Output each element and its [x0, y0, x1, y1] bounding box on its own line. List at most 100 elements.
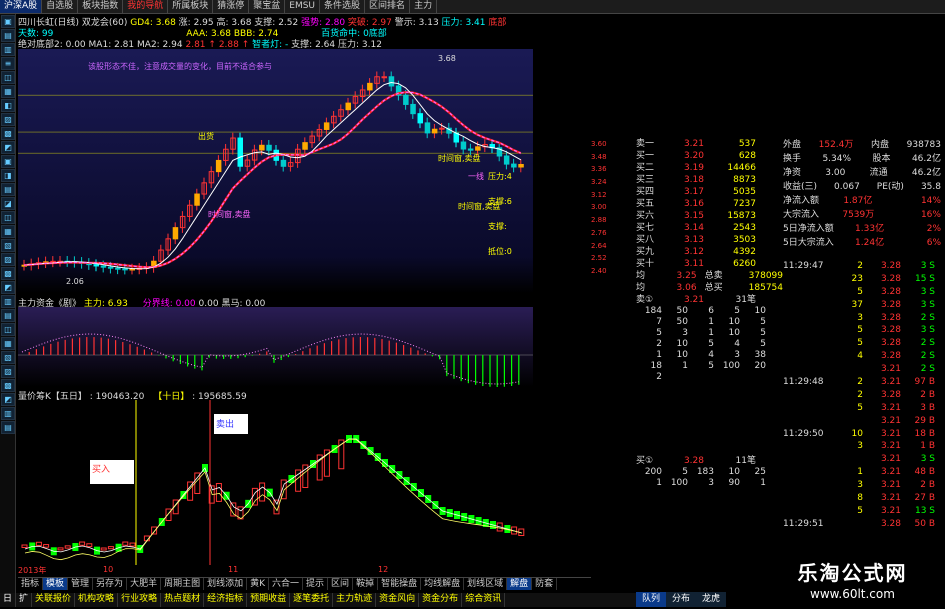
top-tab-2[interactable]: 板块指数	[78, 0, 124, 13]
tool-icon[interactable]: ▦	[1, 85, 15, 98]
tool-icon[interactable]: ◪	[1, 197, 15, 210]
tool-icon[interactable]: ▥	[1, 295, 15, 308]
tool-icon[interactable]: ▩	[1, 267, 15, 280]
order-row[interactable]: 买六 3.15 15873	[636, 210, 783, 222]
indicator-tab-4[interactable]: 大肥羊	[127, 578, 162, 590]
tool-icon[interactable]: ◩	[1, 141, 15, 154]
indicator-tab-12[interactable]: 智能操盘	[378, 578, 422, 590]
tool-icon[interactable]: ◨	[1, 169, 15, 182]
function-tab-0[interactable]: 日	[0, 593, 17, 607]
tool-icon[interactable]: ▨	[1, 113, 15, 126]
candle-body	[388, 76, 395, 87]
top-tab-6[interactable]: 聚宝盆	[249, 0, 286, 13]
tool-icon[interactable]: ▨	[1, 253, 15, 266]
indicator-tab-10[interactable]: 区间	[328, 578, 354, 590]
order-row[interactable]: 卖一 3.21 537	[636, 138, 783, 150]
tool-icon[interactable]: ▨	[1, 365, 15, 378]
indicator-tab-13[interactable]: 均线解盘	[421, 578, 465, 590]
tool-icon[interactable]: ≡	[1, 57, 15, 70]
tool-icon[interactable]: ▤	[1, 183, 15, 196]
tool-icon[interactable]: ▩	[1, 379, 15, 392]
tool-icon[interactable]: ◫	[1, 323, 15, 336]
queue-tab-0[interactable]: 队列	[636, 592, 667, 607]
tool-icon[interactable]: ▥	[1, 407, 15, 420]
indicator-tab-1[interactable]: 模板	[43, 578, 69, 590]
tick-time: 11:29:50	[783, 428, 824, 439]
queue-tab-1[interactable]: 分布	[666, 592, 697, 607]
tool-icon[interactable]: ▣	[1, 155, 15, 168]
tick-vol: 3	[857, 441, 863, 452]
function-tab-3[interactable]: 机构攻略	[75, 593, 119, 607]
tool-icon[interactable]: ◩	[1, 281, 15, 294]
order-volume: 15873	[727, 211, 756, 221]
volume-svg: 买入卖出50000400003000020000	[18, 400, 533, 565]
order-row[interactable]: 买四 3.17 5035	[636, 186, 783, 198]
tool-icon[interactable]: ▣	[1, 15, 15, 28]
tool-icon[interactable]: ▦	[1, 225, 15, 238]
tick-time	[783, 363, 827, 376]
function-tab-2[interactable]: 关联报价	[32, 593, 76, 607]
order-row[interactable]: 买八 3.13 3503	[636, 234, 783, 246]
order-row[interactable]: 买五 3.16 7237	[636, 198, 783, 210]
indicator-chart[interactable]: 18.006.00-6.00	[18, 307, 533, 387]
indicator-tab-16[interactable]: 防套	[532, 578, 558, 590]
top-tab-1[interactable]: 自选股	[42, 0, 79, 13]
top-tab-7[interactable]: EMSU	[285, 0, 321, 13]
indicator-tab-6[interactable]: 划线添加	[204, 578, 248, 590]
function-tab-10[interactable]: 资金风向	[376, 593, 420, 607]
top-tab-10[interactable]: 主力	[410, 0, 438, 13]
tool-icon[interactable]: ◩	[1, 393, 15, 406]
function-tab-5[interactable]: 热点题材	[161, 593, 205, 607]
volume-chart[interactable]: 买入卖出50000400003000020000	[18, 400, 591, 565]
tool-icon[interactable]: ▤	[1, 421, 15, 434]
indicator-tab-14[interactable]: 划线区域	[464, 578, 508, 590]
order-row[interactable]: 买二 3.19 14466	[636, 162, 783, 174]
tick-list[interactable]: 11:29:47 2 3.28 3 S 23 3.28 15 S 5 3.28 3 S 37 3.28…	[783, 260, 945, 560]
candlestick-chart[interactable]: 该股形态不佳，注意成交量的变化，目前不适合参与 出货 时间窗,卖盘 时间窗,卖盘 一线时…	[18, 49, 533, 293]
tick-qty: 48 B	[914, 467, 936, 478]
order-volume: 8873	[733, 175, 756, 185]
function-tab-4[interactable]: 行业攻略	[118, 593, 162, 607]
order-row[interactable]: 买一 3.20 628	[636, 150, 783, 162]
tool-icon[interactable]: ▧	[1, 239, 15, 252]
indicator-tab-2[interactable]: 管理	[68, 578, 94, 590]
top-tab-5[interactable]: 猜涨停	[213, 0, 250, 13]
order-row[interactable]: 买十 3.11 6260	[636, 258, 783, 270]
function-tab-11[interactable]: 资金分布	[419, 593, 463, 607]
function-tab-12[interactable]: 综合资讯	[462, 593, 506, 607]
function-tab-8[interactable]: 逐笔委托	[290, 593, 334, 607]
tool-icon[interactable]: ◫	[1, 211, 15, 224]
tool-icon[interactable]: ▧	[1, 351, 15, 364]
top-tab-9[interactable]: 区间排名	[365, 0, 411, 13]
indicator-tab-7[interactable]: 黄K	[247, 578, 270, 590]
indicator-tab-11[interactable]: 鞍掉	[353, 578, 379, 590]
function-tab-9[interactable]: 主力轨迹	[333, 593, 377, 607]
function-tab-1[interactable]: 扩	[16, 593, 33, 607]
top-tab-8[interactable]: 条件选股	[320, 0, 366, 13]
indicator-tab-3[interactable]: 另存为	[93, 578, 128, 590]
indicator-tab-15[interactable]: 解盘	[507, 578, 533, 590]
tick-row: 5 3.28 3 S	[783, 324, 945, 337]
indicator-tab-5[interactable]: 周期主图	[161, 578, 205, 590]
top-tab-0[interactable]: 沪深A股	[0, 0, 43, 13]
order-row[interactable]: 买三 3.18 8873	[636, 174, 783, 186]
tool-icon[interactable]: ◧	[1, 99, 15, 112]
tool-icon[interactable]: ▥	[1, 43, 15, 56]
top-tab-3[interactable]: 我的导航	[123, 0, 169, 13]
function-tab-6[interactable]: 经济指标	[204, 593, 248, 607]
tick-qty: 15 S	[914, 273, 935, 284]
top-tab-4[interactable]: 所属板块	[168, 0, 214, 13]
order-row[interactable]: 买七 3.14 2543	[636, 222, 783, 234]
ma-red-line	[23, 91, 522, 269]
indicator-tab-0[interactable]: 指标	[18, 578, 44, 590]
indicator-tab-8[interactable]: 六合一	[269, 578, 304, 590]
order-row[interactable]: 买九 3.12 4392	[636, 246, 783, 258]
tool-icon[interactable]: ▦	[1, 337, 15, 350]
tool-icon[interactable]: ◫	[1, 71, 15, 84]
indicator-tab-9[interactable]: 提示	[303, 578, 329, 590]
tool-icon[interactable]: ▩	[1, 127, 15, 140]
tool-icon[interactable]: ▤	[1, 309, 15, 322]
tool-icon[interactable]: ▤	[1, 29, 15, 42]
queue-tab-2[interactable]: 龙虎	[696, 592, 727, 607]
function-tab-7[interactable]: 预期收益	[247, 593, 291, 607]
